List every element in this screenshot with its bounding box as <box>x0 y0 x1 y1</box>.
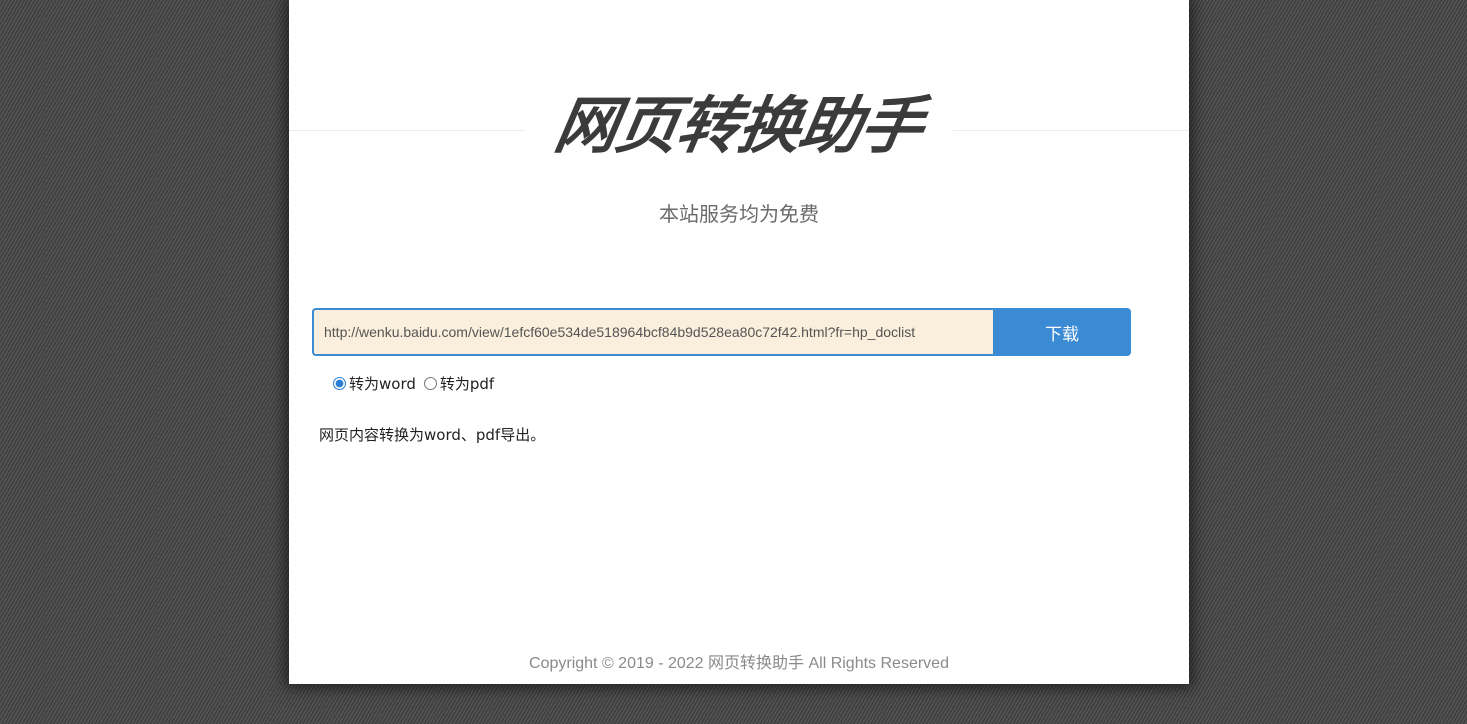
word-radio[interactable] <box>333 376 346 390</box>
subtitle: 本站服务均为免费 <box>659 202 819 226</box>
option-pdf[interactable]: 转为pdf <box>423 373 495 394</box>
description-text: 网页内容转换为word、pdf导出。 <box>319 426 546 444</box>
option-word-label: 转为word <box>349 374 416 393</box>
download-button[interactable]: 下载 <box>993 308 1131 356</box>
download-form: 下载 <box>312 308 1131 356</box>
pdf-radio[interactable] <box>423 376 437 390</box>
format-options: 转为word 转为pdf <box>333 372 502 394</box>
footer-copyright: Copyright © 2019 - 2022 网页转换助手 All Right… <box>529 655 949 672</box>
url-input[interactable] <box>312 308 993 356</box>
main-card: 网页转换助手 本站服务均为免费 下载 转为word 转为pdf 网页内容转换为w… <box>289 0 1189 684</box>
title-container: 网页转换助手 <box>525 82 953 170</box>
option-pdf-label: 转为pdf <box>439 374 495 393</box>
option-word[interactable]: 转为word <box>333 373 416 394</box>
site-title: 网页转换助手 <box>549 89 929 162</box>
